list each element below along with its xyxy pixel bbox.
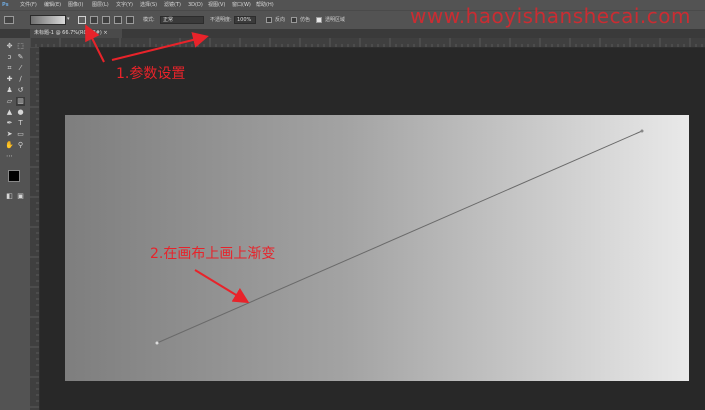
dodge-icon[interactable]: ● bbox=[16, 108, 25, 117]
path-select-icon[interactable]: ➤ bbox=[5, 130, 14, 139]
menu-select[interactable]: 选择(S) bbox=[140, 1, 157, 9]
zoom-icon[interactable]: ⚲ bbox=[16, 141, 25, 150]
blur-icon[interactable]: ▲ bbox=[5, 108, 14, 117]
menu-type[interactable]: 文字(Y) bbox=[116, 1, 133, 9]
foreground-color-swatch[interactable] bbox=[8, 170, 20, 182]
menu-layer[interactable]: 图层(L) bbox=[92, 1, 109, 9]
mode-value: 正常 bbox=[163, 17, 174, 23]
radial-gradient-button[interactable] bbox=[90, 16, 98, 24]
horizontal-ruler bbox=[30, 38, 705, 48]
quick-mask-icon[interactable]: ◧ bbox=[5, 192, 14, 201]
menu-help[interactable]: 帮助(H) bbox=[256, 1, 274, 9]
opacity-value: 100% bbox=[237, 17, 252, 23]
reflected-gradient-button[interactable] bbox=[114, 16, 122, 24]
annotation-step2: 2.在画布上画上渐变 bbox=[150, 246, 276, 262]
menu-3d[interactable]: 3D(D) bbox=[188, 1, 203, 9]
opacity-label: 不透明度: bbox=[210, 17, 232, 23]
chevron-down-icon[interactable]: ▾ bbox=[67, 16, 70, 22]
angle-gradient-button[interactable] bbox=[102, 16, 110, 24]
transparency-label: 透明区域 bbox=[325, 17, 346, 23]
transparency-checkbox[interactable] bbox=[316, 17, 322, 23]
lasso-icon[interactable]: ↄ bbox=[5, 53, 14, 62]
crop-icon[interactable]: ⌗ bbox=[5, 64, 14, 73]
stamp-icon[interactable]: ♟ bbox=[5, 86, 14, 95]
menu-window[interactable]: 窗口(W) bbox=[232, 1, 251, 9]
eraser-icon[interactable]: ▱ bbox=[5, 97, 14, 106]
app-logo: Ps bbox=[2, 2, 9, 8]
diamond-gradient-button[interactable] bbox=[126, 16, 134, 24]
hand-icon[interactable]: ✋ bbox=[5, 141, 14, 150]
pen-icon[interactable]: ✒ bbox=[5, 119, 14, 128]
annotation-step1: 1.参数设置 bbox=[116, 66, 186, 82]
more-tools-icon[interactable]: ⋯ bbox=[5, 152, 14, 161]
type-icon[interactable]: T bbox=[16, 119, 25, 128]
menu-image[interactable]: 图像(I) bbox=[68, 1, 83, 9]
linear-gradient-button[interactable] bbox=[78, 16, 86, 24]
document-tab[interactable]: 未标题-1 @ 66.7%(RGB/8#) × bbox=[30, 29, 122, 38]
history-brush-icon[interactable]: ↺ bbox=[16, 86, 25, 95]
reverse-checkbox[interactable] bbox=[266, 17, 272, 23]
quick-select-icon[interactable]: ✎ bbox=[16, 53, 25, 62]
menu-edit[interactable]: 编辑(E) bbox=[44, 1, 61, 9]
dither-checkbox[interactable] bbox=[291, 17, 297, 23]
tool-preset-picker[interactable] bbox=[4, 16, 14, 24]
eyedropper-icon[interactable]: ⁄ bbox=[16, 64, 25, 73]
dither-label: 仿色 bbox=[300, 17, 311, 23]
reverse-label: 反向 bbox=[275, 17, 286, 23]
watermark: www.haoyishanshecai.com bbox=[410, 4, 691, 28]
gradient-picker[interactable] bbox=[30, 15, 66, 25]
toolbar: ✥ ⬚ ↄ ✎ ⌗ ⁄ ✚ ∕ ♟ ↺ ▱ ▥ ▲ ● ✒ T ➤ ▭ ✋ ⚲ … bbox=[0, 38, 31, 410]
menu-view[interactable]: 视图(V) bbox=[208, 1, 225, 9]
brush-icon[interactable]: ∕ bbox=[16, 75, 25, 84]
opacity-field[interactable]: 100% bbox=[234, 16, 256, 24]
shape-icon[interactable]: ▭ bbox=[16, 130, 25, 139]
gradient-icon[interactable]: ▥ bbox=[16, 97, 25, 106]
screen-mode-icon[interactable]: ▣ bbox=[16, 192, 25, 201]
marquee-icon[interactable]: ⬚ bbox=[16, 42, 25, 51]
vertical-ruler bbox=[30, 47, 40, 410]
menu-filter[interactable]: 滤镜(T) bbox=[164, 1, 181, 9]
move-icon[interactable]: ✥ bbox=[5, 42, 14, 51]
menu-file[interactable]: 文件(F) bbox=[20, 1, 37, 9]
mode-label: 模式: bbox=[143, 17, 155, 23]
mode-select[interactable]: 正常 bbox=[160, 16, 204, 24]
healing-icon[interactable]: ✚ bbox=[5, 75, 14, 84]
